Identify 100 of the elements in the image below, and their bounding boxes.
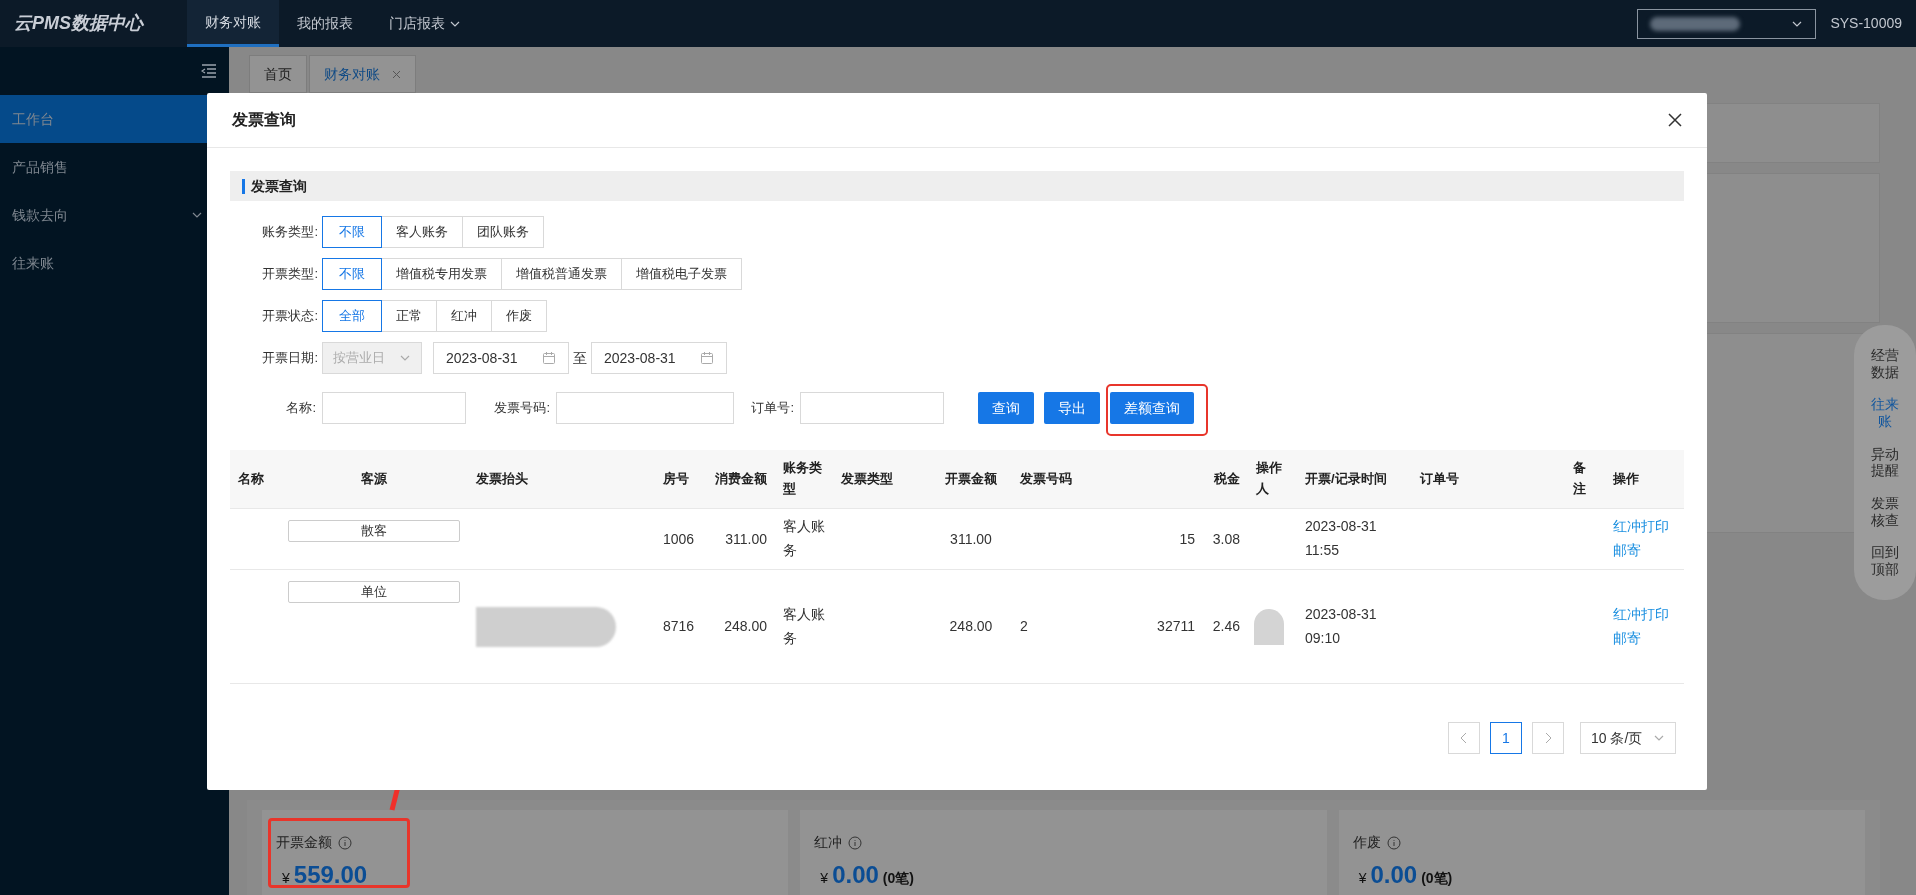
store-select[interactable] bbox=[1637, 8, 1817, 39]
range-separator: 至 bbox=[572, 348, 588, 368]
chevron-right-icon bbox=[1544, 732, 1552, 744]
column-header: 房号 bbox=[662, 469, 690, 488]
field-label: 订单号: bbox=[750, 399, 795, 418]
sidebar-item[interactable]: 钱款去向 bbox=[0, 191, 229, 239]
text-field[interactable] bbox=[556, 392, 734, 424]
column-header: 操作人 bbox=[1255, 459, 1283, 498]
column-header: 开票金额 bbox=[944, 469, 998, 488]
table-cell-text: 32711 bbox=[1157, 617, 1195, 636]
filter-option[interactable]: 客人账务 bbox=[381, 216, 463, 248]
column-header: 发票抬头 bbox=[475, 469, 529, 488]
currency-sign: ¥ bbox=[282, 869, 290, 888]
action-button[interactable]: 差额查询 bbox=[1110, 392, 1194, 424]
action-button[interactable]: 查询 bbox=[978, 392, 1034, 424]
column-header: 操作 bbox=[1612, 469, 1640, 488]
nav-tab[interactable]: 我的报表 bbox=[279, 0, 371, 47]
table-cell-text: 248.00 bbox=[948, 617, 994, 636]
column-header: 消费金额 bbox=[714, 469, 768, 488]
action-button[interactable]: 导出 bbox=[1044, 392, 1100, 424]
info-icon bbox=[338, 835, 352, 850]
column-header: 订单号 bbox=[1419, 469, 1460, 488]
redacted-blur bbox=[1254, 608, 1284, 645]
page-size-select[interactable]: 10 条/页 bbox=[1580, 722, 1676, 754]
next-page-button[interactable] bbox=[1532, 722, 1564, 754]
filter-label: 开票状态: bbox=[261, 307, 319, 326]
action-link[interactable]: 邮寄 bbox=[1613, 626, 1677, 651]
filter-option[interactable]: 增值税电子发票 bbox=[621, 258, 742, 290]
column-header: 税金 bbox=[1213, 469, 1241, 488]
column-header: 发票号码 bbox=[1019, 469, 1073, 488]
float-menu-item[interactable]: 经营数据 bbox=[1870, 346, 1900, 381]
field-label: 发票号码: bbox=[493, 399, 551, 418]
system-id: SYS-10009 bbox=[1829, 14, 1903, 33]
filter-label: 账务类型: bbox=[261, 223, 319, 242]
amount-value: 559.00 bbox=[293, 860, 368, 890]
table-cell-text: 2023-08-31 09:10 bbox=[1304, 604, 1378, 648]
card-label: 红冲 bbox=[814, 833, 843, 852]
column-header: 客源 bbox=[360, 469, 388, 488]
filter-option[interactable]: 不限 bbox=[322, 258, 382, 290]
calendar-icon bbox=[700, 351, 714, 365]
table-cell-text: 客人账务 bbox=[782, 604, 826, 648]
column-header: 备注 bbox=[1572, 459, 1587, 498]
source-tag: 单位 bbox=[288, 581, 460, 603]
float-menu-item[interactable]: 异动提醒 bbox=[1870, 445, 1900, 480]
amount-value: 0.00 bbox=[832, 860, 879, 890]
nav-tab[interactable]: 财务对账 bbox=[187, 0, 279, 47]
chevron-left-icon bbox=[1460, 732, 1468, 744]
source-tag: 散客 bbox=[288, 520, 460, 542]
logo: 云PMS数据中心 bbox=[13, 12, 145, 35]
column-header: 开票/记录时间 bbox=[1304, 469, 1388, 488]
table-cell-text: 2023-08-31 11:55 bbox=[1304, 517, 1378, 560]
table-cell-text: 311.00 bbox=[949, 529, 993, 549]
text-field[interactable] bbox=[800, 392, 944, 424]
filter-option[interactable]: 不限 bbox=[322, 216, 382, 248]
table-cell-text: 248.00 bbox=[723, 617, 768, 636]
table-cell-text: 311.00 bbox=[724, 529, 768, 549]
page-button[interactable]: 1 bbox=[1490, 722, 1522, 754]
count-text: (0笔) bbox=[882, 869, 914, 888]
nav-tab[interactable]: 门店报表 bbox=[371, 0, 479, 47]
prev-page-button[interactable] bbox=[1448, 722, 1480, 754]
table-cell-text: 1006 bbox=[662, 529, 696, 549]
collapse-menu-icon[interactable] bbox=[201, 64, 217, 78]
filter-option[interactable]: 增值税普通发票 bbox=[501, 258, 622, 290]
action-link[interactable]: 邮寄 bbox=[1613, 539, 1677, 563]
currency-sign: ¥ bbox=[820, 869, 829, 888]
table-cell-text: 2 bbox=[1020, 617, 1028, 636]
table-cell-text: 8716 bbox=[662, 617, 696, 636]
dialog-title: 发票查询 bbox=[232, 110, 296, 130]
date-field[interactable]: 2023-08-31 bbox=[591, 342, 727, 374]
section-title: 发票查询 bbox=[251, 176, 307, 196]
page-tab[interactable]: 首页 bbox=[249, 55, 307, 93]
text-field[interactable] bbox=[322, 392, 466, 424]
info-icon bbox=[1386, 835, 1401, 850]
count-text: (0笔) bbox=[1421, 869, 1453, 888]
date-field[interactable]: 2023-08-31 bbox=[433, 342, 569, 374]
float-menu-item[interactable]: 发票核查 bbox=[1870, 495, 1900, 529]
section-marker bbox=[242, 178, 245, 194]
page-tab[interactable]: 财务对账 bbox=[309, 55, 416, 93]
close-icon[interactable] bbox=[1668, 113, 1682, 127]
info-icon bbox=[848, 835, 863, 850]
table-cell-text: 2.46 bbox=[1211, 617, 1241, 636]
filter-option[interactable]: 红冲 bbox=[436, 300, 492, 332]
filter-label: 开票日期: bbox=[261, 349, 319, 368]
column-header: 名称 bbox=[237, 469, 265, 488]
column-header: 发票类型 bbox=[840, 469, 894, 488]
filter-option[interactable]: 正常 bbox=[381, 300, 437, 332]
action-link[interactable]: 红冲打印 bbox=[1613, 602, 1677, 627]
filter-option[interactable]: 作废 bbox=[491, 300, 547, 332]
action-link[interactable]: 红冲打印 bbox=[1613, 515, 1677, 539]
filter-option[interactable]: 增值税专用发票 bbox=[381, 258, 502, 290]
float-menu-item[interactable]: 回到顶部 bbox=[1870, 544, 1900, 579]
filter-option[interactable]: 全部 bbox=[322, 300, 382, 332]
float-menu-item[interactable]: 往来账 bbox=[1870, 396, 1900, 430]
calendar-icon bbox=[542, 351, 556, 365]
card-label: 开票金额 bbox=[276, 833, 332, 852]
card-label: 作废 bbox=[1352, 833, 1381, 852]
filter-option[interactable]: 团队账务 bbox=[462, 216, 544, 248]
table-cell-text: 客人账务 bbox=[782, 517, 826, 560]
table-cell-text: 3.08 bbox=[1211, 529, 1241, 549]
currency-sign: ¥ bbox=[1358, 869, 1367, 888]
